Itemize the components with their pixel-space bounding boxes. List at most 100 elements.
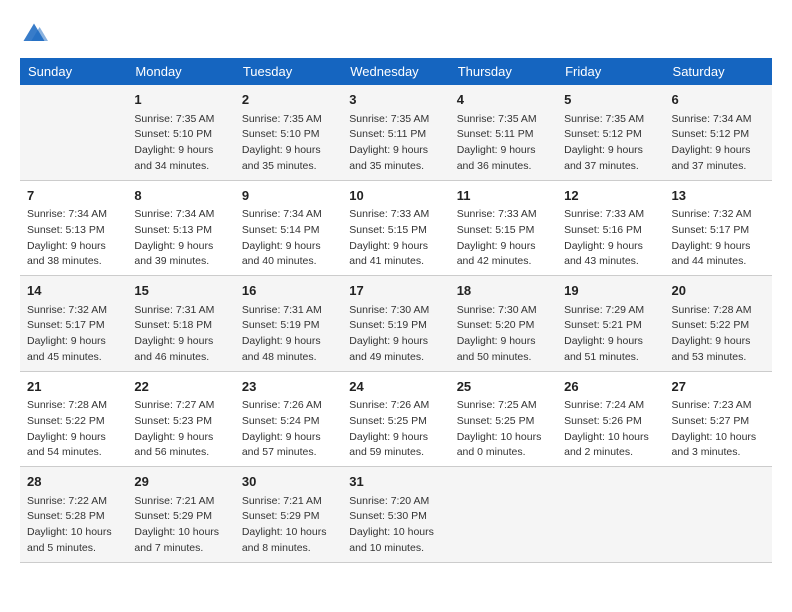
calendar-cell: 28Sunrise: 7:22 AMSunset: 5:28 PMDayligh… — [20, 467, 127, 563]
calendar-cell: 21Sunrise: 7:28 AMSunset: 5:22 PMDayligh… — [20, 371, 127, 467]
calendar-cell — [450, 467, 557, 563]
calendar-cell: 6Sunrise: 7:34 AMSunset: 5:12 PMDaylight… — [665, 85, 772, 180]
calendar-cell — [557, 467, 664, 563]
day-info: Sunrise: 7:34 AMSunset: 5:12 PMDaylight:… — [672, 112, 765, 175]
week-row-4: 21Sunrise: 7:28 AMSunset: 5:22 PMDayligh… — [20, 371, 772, 467]
day-number: 28 — [27, 472, 120, 492]
day-number: 14 — [27, 281, 120, 301]
calendar-table: SundayMondayTuesdayWednesdayThursdayFrid… — [20, 58, 772, 563]
day-info: Sunrise: 7:32 AMSunset: 5:17 PMDaylight:… — [672, 207, 765, 270]
day-number: 5 — [564, 90, 657, 110]
calendar-cell: 31Sunrise: 7:20 AMSunset: 5:30 PMDayligh… — [342, 467, 449, 563]
day-number: 13 — [672, 186, 765, 206]
day-info: Sunrise: 7:22 AMSunset: 5:28 PMDaylight:… — [27, 494, 120, 557]
header-friday: Friday — [557, 58, 664, 85]
day-info: Sunrise: 7:20 AMSunset: 5:30 PMDaylight:… — [349, 494, 442, 557]
calendar-cell: 19Sunrise: 7:29 AMSunset: 5:21 PMDayligh… — [557, 276, 664, 372]
calendar-cell: 2Sunrise: 7:35 AMSunset: 5:10 PMDaylight… — [235, 85, 342, 180]
calendar-cell: 4Sunrise: 7:35 AMSunset: 5:11 PMDaylight… — [450, 85, 557, 180]
page-header — [20, 20, 772, 48]
calendar-cell: 22Sunrise: 7:27 AMSunset: 5:23 PMDayligh… — [127, 371, 234, 467]
day-info: Sunrise: 7:33 AMSunset: 5:15 PMDaylight:… — [457, 207, 550, 270]
day-info: Sunrise: 7:21 AMSunset: 5:29 PMDaylight:… — [242, 494, 335, 557]
calendar-cell: 1Sunrise: 7:35 AMSunset: 5:10 PMDaylight… — [127, 85, 234, 180]
day-info: Sunrise: 7:31 AMSunset: 5:19 PMDaylight:… — [242, 303, 335, 366]
day-number: 10 — [349, 186, 442, 206]
day-info: Sunrise: 7:27 AMSunset: 5:23 PMDaylight:… — [134, 398, 227, 461]
day-number: 31 — [349, 472, 442, 492]
day-number: 3 — [349, 90, 442, 110]
day-number: 22 — [134, 377, 227, 397]
day-info: Sunrise: 7:30 AMSunset: 5:20 PMDaylight:… — [457, 303, 550, 366]
week-row-5: 28Sunrise: 7:22 AMSunset: 5:28 PMDayligh… — [20, 467, 772, 563]
calendar-cell: 16Sunrise: 7:31 AMSunset: 5:19 PMDayligh… — [235, 276, 342, 372]
day-info: Sunrise: 7:28 AMSunset: 5:22 PMDaylight:… — [27, 398, 120, 461]
day-number: 7 — [27, 186, 120, 206]
day-number: 27 — [672, 377, 765, 397]
day-info: Sunrise: 7:30 AMSunset: 5:19 PMDaylight:… — [349, 303, 442, 366]
header-thursday: Thursday — [450, 58, 557, 85]
day-info: Sunrise: 7:33 AMSunset: 5:15 PMDaylight:… — [349, 207, 442, 270]
day-number: 29 — [134, 472, 227, 492]
calendar-cell: 26Sunrise: 7:24 AMSunset: 5:26 PMDayligh… — [557, 371, 664, 467]
calendar-cell: 25Sunrise: 7:25 AMSunset: 5:25 PMDayligh… — [450, 371, 557, 467]
calendar-cell: 23Sunrise: 7:26 AMSunset: 5:24 PMDayligh… — [235, 371, 342, 467]
day-number: 24 — [349, 377, 442, 397]
week-row-2: 7Sunrise: 7:34 AMSunset: 5:13 PMDaylight… — [20, 180, 772, 276]
day-number: 21 — [27, 377, 120, 397]
day-number: 17 — [349, 281, 442, 301]
day-info: Sunrise: 7:34 AMSunset: 5:13 PMDaylight:… — [134, 207, 227, 270]
day-info: Sunrise: 7:31 AMSunset: 5:18 PMDaylight:… — [134, 303, 227, 366]
calendar-cell — [665, 467, 772, 563]
day-number: 18 — [457, 281, 550, 301]
logo — [20, 20, 50, 48]
day-number: 9 — [242, 186, 335, 206]
day-info: Sunrise: 7:28 AMSunset: 5:22 PMDaylight:… — [672, 303, 765, 366]
calendar-cell: 12Sunrise: 7:33 AMSunset: 5:16 PMDayligh… — [557, 180, 664, 276]
calendar-cell: 5Sunrise: 7:35 AMSunset: 5:12 PMDaylight… — [557, 85, 664, 180]
day-info: Sunrise: 7:33 AMSunset: 5:16 PMDaylight:… — [564, 207, 657, 270]
header-tuesday: Tuesday — [235, 58, 342, 85]
calendar-cell: 17Sunrise: 7:30 AMSunset: 5:19 PMDayligh… — [342, 276, 449, 372]
day-number: 16 — [242, 281, 335, 301]
day-info: Sunrise: 7:35 AMSunset: 5:11 PMDaylight:… — [457, 112, 550, 175]
day-number: 11 — [457, 186, 550, 206]
calendar-cell: 8Sunrise: 7:34 AMSunset: 5:13 PMDaylight… — [127, 180, 234, 276]
day-info: Sunrise: 7:35 AMSunset: 5:10 PMDaylight:… — [242, 112, 335, 175]
header-saturday: Saturday — [665, 58, 772, 85]
day-number: 30 — [242, 472, 335, 492]
header-sunday: Sunday — [20, 58, 127, 85]
day-info: Sunrise: 7:21 AMSunset: 5:29 PMDaylight:… — [134, 494, 227, 557]
calendar-cell: 27Sunrise: 7:23 AMSunset: 5:27 PMDayligh… — [665, 371, 772, 467]
day-number: 26 — [564, 377, 657, 397]
day-number: 23 — [242, 377, 335, 397]
day-info: Sunrise: 7:26 AMSunset: 5:25 PMDaylight:… — [349, 398, 442, 461]
day-number: 6 — [672, 90, 765, 110]
calendar-cell: 24Sunrise: 7:26 AMSunset: 5:25 PMDayligh… — [342, 371, 449, 467]
day-number: 12 — [564, 186, 657, 206]
day-number: 19 — [564, 281, 657, 301]
day-number: 25 — [457, 377, 550, 397]
calendar-cell: 14Sunrise: 7:32 AMSunset: 5:17 PMDayligh… — [20, 276, 127, 372]
day-info: Sunrise: 7:34 AMSunset: 5:13 PMDaylight:… — [27, 207, 120, 270]
day-info: Sunrise: 7:35 AMSunset: 5:10 PMDaylight:… — [134, 112, 227, 175]
header-monday: Monday — [127, 58, 234, 85]
logo-icon — [20, 20, 48, 48]
day-number: 1 — [134, 90, 227, 110]
day-info: Sunrise: 7:35 AMSunset: 5:11 PMDaylight:… — [349, 112, 442, 175]
day-info: Sunrise: 7:34 AMSunset: 5:14 PMDaylight:… — [242, 207, 335, 270]
day-number: 4 — [457, 90, 550, 110]
day-info: Sunrise: 7:35 AMSunset: 5:12 PMDaylight:… — [564, 112, 657, 175]
header-row: SundayMondayTuesdayWednesdayThursdayFrid… — [20, 58, 772, 85]
day-info: Sunrise: 7:26 AMSunset: 5:24 PMDaylight:… — [242, 398, 335, 461]
calendar-cell: 10Sunrise: 7:33 AMSunset: 5:15 PMDayligh… — [342, 180, 449, 276]
calendar-cell: 11Sunrise: 7:33 AMSunset: 5:15 PMDayligh… — [450, 180, 557, 276]
week-row-3: 14Sunrise: 7:32 AMSunset: 5:17 PMDayligh… — [20, 276, 772, 372]
day-info: Sunrise: 7:29 AMSunset: 5:21 PMDaylight:… — [564, 303, 657, 366]
calendar-cell: 13Sunrise: 7:32 AMSunset: 5:17 PMDayligh… — [665, 180, 772, 276]
day-number: 2 — [242, 90, 335, 110]
day-info: Sunrise: 7:32 AMSunset: 5:17 PMDaylight:… — [27, 303, 120, 366]
header-wednesday: Wednesday — [342, 58, 449, 85]
week-row-1: 1Sunrise: 7:35 AMSunset: 5:10 PMDaylight… — [20, 85, 772, 180]
calendar-cell: 20Sunrise: 7:28 AMSunset: 5:22 PMDayligh… — [665, 276, 772, 372]
